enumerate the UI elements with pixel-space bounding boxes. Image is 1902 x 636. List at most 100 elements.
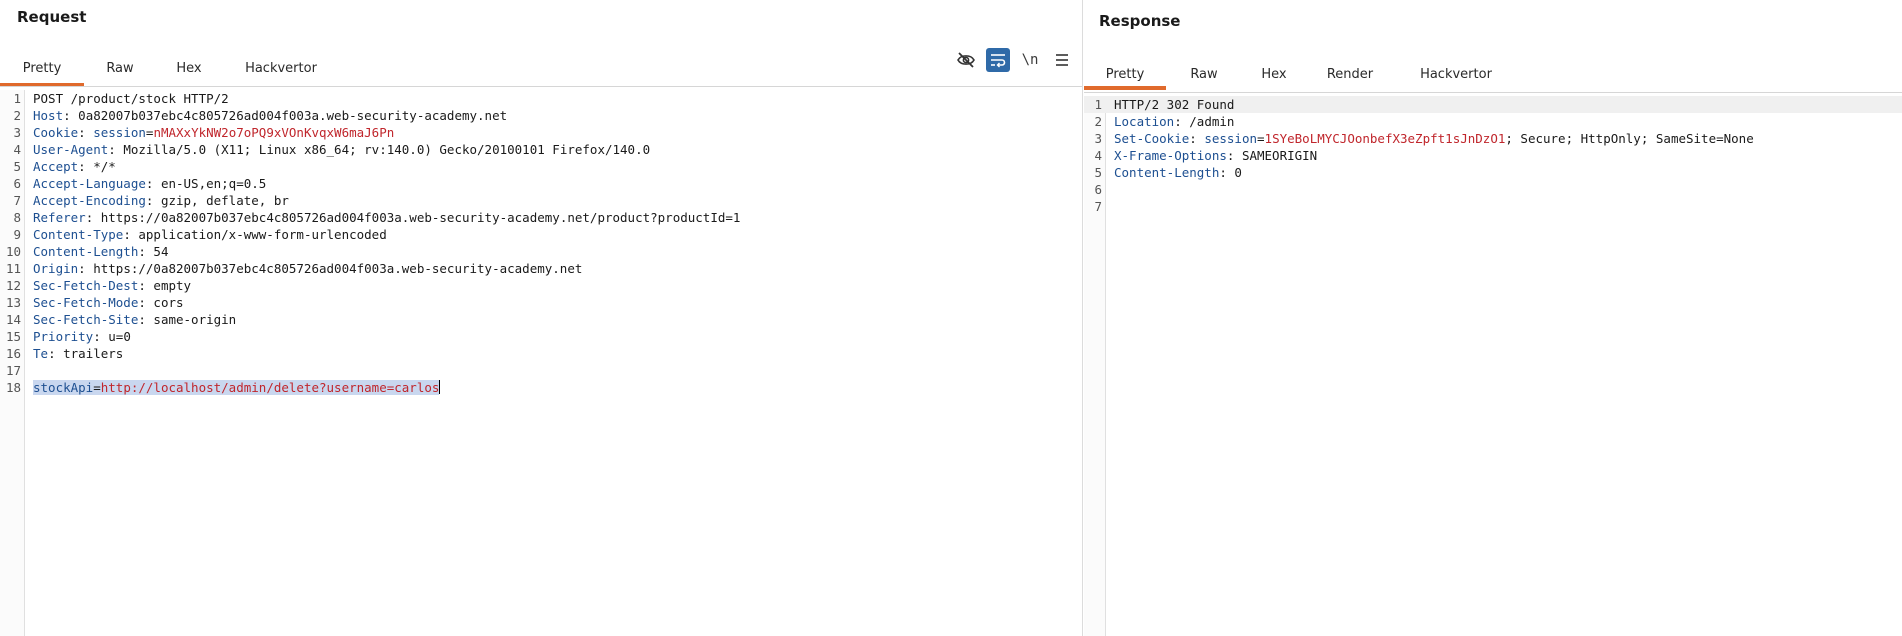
hamburger-menu-icon[interactable] [1050,48,1074,72]
header-name: Sec-Fetch-Site [33,312,139,327]
header-value: */* [93,159,116,174]
request-tabs: Pretty Raw Hex Hackvertor [0,53,340,87]
header-name: Referer [33,210,86,225]
header-separator: : [138,244,154,259]
code-line[interactable]: 7 Accept-Encoding: gzip, deflate, br [0,192,1082,209]
line-number: 10 [5,244,21,259]
code-line[interactable]: 3 Set-Cookie: session=1SYeBoLMYCJOonbefX3… [1084,130,1902,147]
response-editor[interactable]: 1 HTTP/2 302 Found 2 Location: /admin 3 Set-C… [1084,96,1902,636]
code-line[interactable]: 9 Content-Type: application/x-www-form-ur… [0,226,1082,243]
line-content: HTTP/2 302 Found [1114,96,1234,113]
header-name: Content-Length [33,244,139,259]
header-name: Priority [33,329,94,344]
cookie-name: session [1204,131,1258,146]
code-line[interactable]: 6 [1084,181,1902,198]
show-newlines-toggle[interactable]: \n [1018,48,1042,72]
header-value: en-US,en;q=0.5 [160,176,267,191]
code-line[interactable]: 14 Sec-Fetch-Site: same-origin [0,311,1082,328]
header-name: Host [33,108,64,123]
request-tab-hackvertor[interactable]: Hackvertor [222,53,340,83]
code-line[interactable]: 17 [0,362,1082,379]
header-separator: : [1174,114,1190,129]
header-separator: : [1219,165,1235,180]
code-line[interactable]: 15 Priority: u=0 [0,328,1082,345]
line-number: 18 [5,380,21,395]
header-name: Sec-Fetch-Dest [33,278,139,293]
line-content: Accept: */* [33,158,116,175]
request-tab-hex[interactable]: Hex [156,53,222,83]
response-tab-hackvertor[interactable]: Hackvertor [1394,59,1518,89]
code-line[interactable]: 18 stockApi=http://localhost/admin/delete… [0,379,1082,396]
request-tab-raw[interactable]: Raw [84,53,156,83]
line-number: 6 [1094,182,1102,197]
code-line[interactable]: 1 POST /product/stock HTTP/2 [0,90,1082,107]
response-tab-pretty[interactable]: Pretty [1084,59,1166,90]
response-tab-raw[interactable]: Raw [1166,59,1242,89]
body-param-name: stockApi [33,380,94,395]
header-separator: : [138,295,154,310]
response-tab-hex[interactable]: Hex [1242,59,1306,89]
header-separator: : [48,346,64,361]
code-line[interactable]: 8 Referer: https://0a82007b037ebc4c805726… [0,209,1082,226]
header-value: 0a82007b037ebc4c805726ad004f003a.web-sec… [78,108,508,123]
header-name: Te [33,346,49,361]
header-value: https://0a82007b037ebc4c805726ad004f003a… [93,261,583,276]
header-name: X-Frame-Options [1114,148,1227,163]
request-lines[interactable]: 1 POST /product/stock HTTP/2 2 Host: 0a8200… [0,90,1082,396]
code-line[interactable]: 10 Content-Length: 54 [0,243,1082,260]
line-number: 3 [1094,131,1102,146]
body-param-value: http://localhost/admin/delete?username=c… [100,380,440,395]
code-line[interactable]: 1 HTTP/2 302 Found [1084,96,1902,113]
header-separator: : [108,142,124,157]
header-value: cors [153,295,184,310]
code-line[interactable]: 4 User-Agent: Mozilla/5.0 (X11; Linux x86… [0,141,1082,158]
code-line[interactable]: 4 X-Frame-Options: SAMEORIGIN [1084,147,1902,164]
header-name: Location [1114,114,1175,129]
code-line[interactable]: 2 Host: 0a82007b037ebc4c805726ad004f003a.… [0,107,1082,124]
code-line[interactable]: 16 Te: trailers [0,345,1082,362]
header-separator: : [138,312,154,327]
line-content: Sec-Fetch-Site: same-origin [33,311,236,328]
code-line[interactable]: 12 Sec-Fetch-Dest: empty [0,277,1082,294]
response-tab-render[interactable]: Render [1306,59,1394,89]
header-separator: : [63,108,79,123]
line-number: 5 [1094,165,1102,180]
line-number: 7 [13,193,21,208]
header-name: Accept [33,159,79,174]
line-content: Location: /admin [1114,113,1234,130]
code-line[interactable]: 13 Sec-Fetch-Mode: cors [0,294,1082,311]
code-line[interactable]: 2 Location: /admin [1084,113,1902,130]
line-content: Host: 0a82007b037ebc4c805726ad004f003a.w… [33,107,507,124]
line-content: Cookie: session=nMAXxYkNW2o7oPQ9xVOnKvqx… [33,124,394,141]
eye-slash-icon[interactable] [954,48,978,72]
code-line[interactable]: 5 Accept: */* [0,158,1082,175]
line-content: Origin: https://0a82007b037ebc4c805726ad… [33,260,582,277]
header-value: 54 [153,244,169,259]
response-lines[interactable]: 1 HTTP/2 302 Found 2 Location: /admin 3 Set-C… [1084,96,1902,215]
line-content: Sec-Fetch-Dest: empty [33,277,191,294]
header-separator: : [78,261,94,276]
cookie-value: 1SYeBoLMYCJOonbefX3eZpft1sJnDzO1 [1264,131,1506,146]
line-content: Te: trailers [33,345,123,362]
request-tab-pretty[interactable]: Pretty [0,53,84,87]
code-line[interactable]: 11 Origin: https://0a82007b037ebc4c805726… [0,260,1082,277]
line-content: Priority: u=0 [33,328,131,345]
line-number: 2 [13,108,21,123]
header-name: Set-Cookie [1114,131,1190,146]
header-name: Cookie [33,125,79,140]
header-separator: : [78,159,94,174]
request-toolbar: \n [954,48,1074,72]
code-line[interactable]: 5 Content-Length: 0 [1084,164,1902,181]
request-editor[interactable]: 1 POST /product/stock HTTP/2 2 Host: 0a8200… [0,90,1082,636]
code-line[interactable]: 3 Cookie: session=nMAXxYkNW2o7oPQ9xVOnKvq… [0,124,1082,141]
header-value: 0 [1234,165,1242,180]
code-line[interactable]: 6 Accept-Language: en-US,en;q=0.5 [0,175,1082,192]
line-content: Content-Length: 0 [1114,164,1242,181]
line-number: 3 [13,125,21,140]
code-line[interactable]: 7 [1084,198,1902,215]
line-content: Accept-Encoding: gzip, deflate, br [33,192,289,209]
header-value: u=0 [108,329,131,344]
request-tabs-divider [0,86,1082,87]
word-wrap-icon[interactable] [986,48,1010,72]
header-separator: : [78,125,94,140]
